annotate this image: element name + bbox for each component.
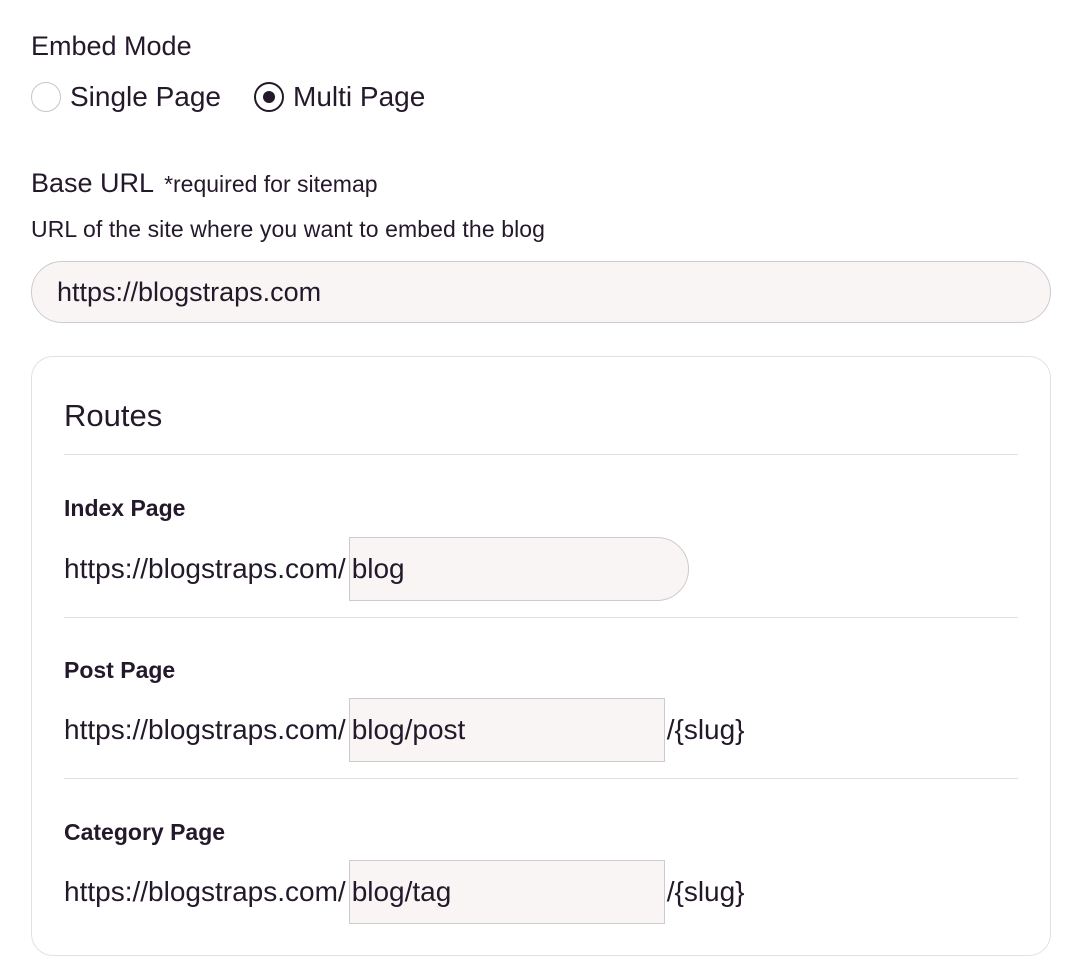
base-url-input[interactable] [31, 261, 1051, 323]
multi-page-label[interactable]: Multi Page [293, 81, 425, 113]
category-page-label: Category Page [64, 819, 226, 845]
base-url-help-text: URL of the site where you want to embed … [31, 216, 546, 242]
category-page-route-row: https://blogstraps.com/ /{slug} [64, 860, 745, 924]
base-url-label: Base URL [31, 168, 155, 198]
post-page-slug-suffix: /{slug} [666, 714, 745, 745]
category-page-slug-suffix: /{slug} [666, 876, 745, 907]
post-page-label: Post Page [64, 657, 176, 683]
post-page-divider [64, 778, 1018, 779]
embed-mode-radio-group: Single Page Multi Page [31, 80, 425, 114]
post-page-path-input[interactable] [348, 698, 665, 762]
multi-page-radio[interactable] [254, 82, 285, 112]
post-page-route-row: https://blogstraps.com/ /{slug} [64, 698, 745, 762]
single-page-radio[interactable] [31, 82, 61, 112]
routes-title: Routes [64, 398, 163, 433]
radio-selected-dot [263, 91, 276, 103]
routes-card: Routes Index Page https://blogstraps.com… [31, 356, 1051, 956]
routes-title-divider [64, 454, 1018, 455]
single-page-radio-option[interactable]: Single Page [31, 81, 221, 113]
category-page-path-input[interactable] [348, 860, 665, 924]
base-url-required-note: *required for sitemap [164, 171, 378, 197]
index-page-divider [64, 617, 1018, 618]
base-url-heading: Base URL *required for sitemap [31, 168, 378, 199]
index-page-label: Index Page [64, 495, 186, 521]
single-page-label[interactable]: Single Page [70, 81, 221, 113]
index-page-url-prefix: https://blogstraps.com/ [64, 553, 346, 584]
index-page-route-row: https://blogstraps.com/ [64, 537, 689, 601]
index-page-path-input[interactable] [348, 537, 689, 601]
category-page-url-prefix: https://blogstraps.com/ [64, 876, 346, 907]
multi-page-radio-option[interactable]: Multi Page [254, 81, 425, 113]
post-page-url-prefix: https://blogstraps.com/ [64, 714, 346, 745]
embed-mode-label: Embed Mode [31, 31, 192, 61]
